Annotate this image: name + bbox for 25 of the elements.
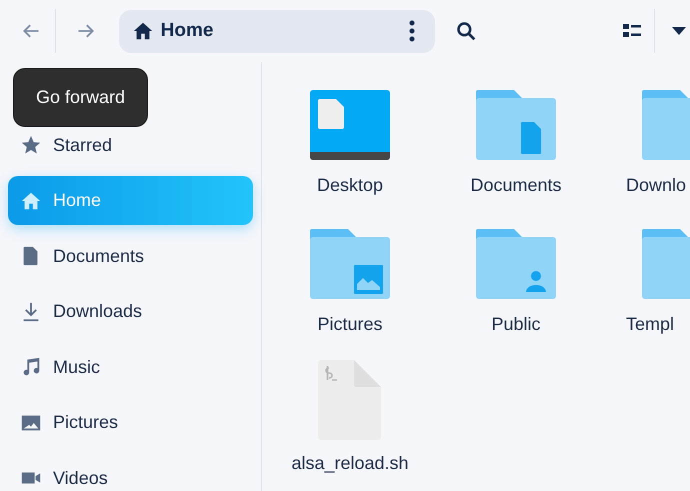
sidebar-item[interactable]: Pictures bbox=[8, 398, 253, 448]
list-view-icon bbox=[623, 24, 642, 38]
path-label: Home bbox=[160, 18, 214, 43]
file-name[interactable]: Templ bbox=[599, 311, 674, 338]
file-name[interactable]: Pictures bbox=[317, 311, 383, 338]
dropdown-caret-icon bbox=[672, 27, 686, 35]
sidebar-item[interactable]: Music bbox=[8, 342, 253, 392]
document-folder-icon bbox=[476, 90, 556, 162]
person-folder-icon bbox=[476, 229, 556, 301]
search-icon bbox=[456, 21, 476, 41]
sidebar-item[interactable]: Downloads bbox=[8, 287, 253, 336]
picture-folder-icon bbox=[310, 229, 390, 301]
script-file-icon bbox=[318, 360, 382, 440]
sidebar-item[interactable]: Videos bbox=[8, 454, 253, 491]
tooltip: Go forward bbox=[13, 68, 148, 127]
kebab-menu-icon[interactable] bbox=[408, 20, 415, 42]
home-icon bbox=[132, 20, 154, 42]
sidebar-item[interactable]: Documents bbox=[8, 232, 253, 281]
file-name[interactable]: Documents bbox=[470, 172, 562, 199]
path-bar[interactable]: Home bbox=[118, 10, 435, 52]
file-name[interactable]: Public bbox=[491, 311, 541, 338]
file-name[interactable]: alsa_reload.sh bbox=[291, 450, 409, 477]
file-name[interactable]: Downlo bbox=[599, 172, 686, 199]
desktop-folder-icon bbox=[310, 90, 390, 162]
file-name[interactable]: Desktop bbox=[316, 172, 384, 199]
